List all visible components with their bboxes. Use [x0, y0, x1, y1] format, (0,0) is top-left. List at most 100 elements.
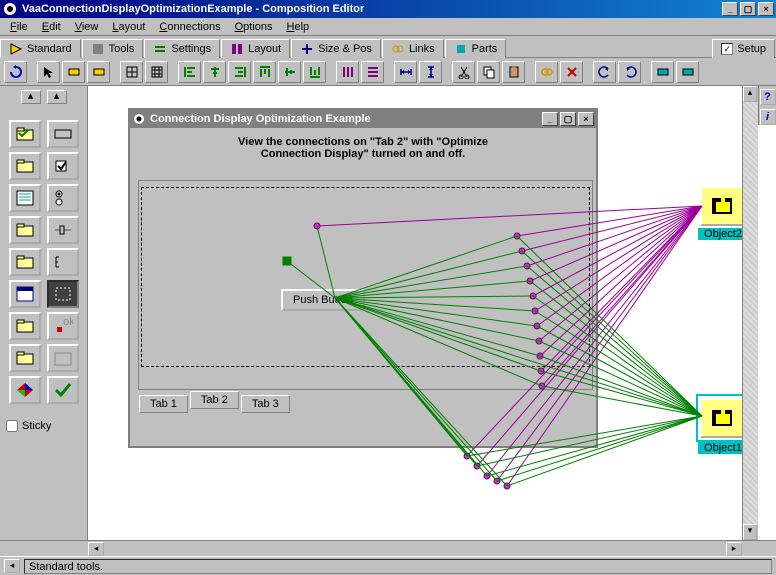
horizontal-scrollbar[interactable]: ◂ ▸	[0, 540, 776, 556]
window-title: VaaConnectionDisplayOptimizationExample …	[22, 3, 722, 15]
paste-button[interactable]	[502, 61, 525, 83]
design-tab-2[interactable]: Tab 2	[190, 391, 239, 409]
tab-tools[interactable]: Tools	[82, 39, 144, 58]
design-tab-1[interactable]: Tab 1	[139, 395, 188, 413]
palette-button[interactable]	[47, 120, 79, 148]
scroll-down-button[interactable]: ▾	[743, 524, 757, 540]
tab-settings[interactable]: Settings	[144, 39, 220, 58]
push-button[interactable]: Push Button	[281, 289, 365, 311]
palette-color[interactable]	[9, 376, 41, 404]
align-center-h-button[interactable]	[203, 61, 226, 83]
palette-folder-2[interactable]	[9, 152, 41, 180]
design-tab-3[interactable]: Tab 3	[241, 395, 290, 413]
object-1[interactable]	[700, 398, 744, 438]
object-2-label: Object2	[698, 228, 748, 240]
setup-checkbox[interactable]: ✓	[721, 43, 733, 55]
tab-label: Tools	[109, 43, 135, 55]
palette-checkbox[interactable]	[47, 152, 79, 180]
palette-folder-6[interactable]	[9, 344, 41, 372]
maximize-button[interactable]: ▢	[740, 2, 756, 16]
size-h-button[interactable]	[394, 61, 417, 83]
palette-group[interactable]	[47, 344, 79, 372]
pointer-button[interactable]	[37, 61, 60, 83]
tab-label: Parts	[472, 43, 498, 55]
palette-folder-3[interactable]	[9, 216, 41, 244]
distribute-v-button[interactable]	[361, 61, 384, 83]
palette-scroll-up-left[interactable]: ▴	[21, 90, 41, 104]
palette-slider[interactable]	[47, 216, 79, 244]
palette-check-green[interactable]	[47, 376, 79, 404]
tab-label: Size & Pos	[318, 43, 372, 55]
palette-selection[interactable]	[47, 280, 79, 308]
tab-setup[interactable]: ✓ Setup	[712, 39, 775, 58]
tab-standard[interactable]: Standard	[0, 39, 81, 58]
menu-view[interactable]: View	[69, 20, 105, 34]
palette-folder-4[interactable]	[9, 248, 41, 276]
scroll-left-button[interactable]: ◂	[88, 542, 104, 556]
tab-sizepos[interactable]: Size & Pos	[291, 39, 381, 58]
tab-label: Settings	[171, 43, 211, 55]
align-left-button[interactable]	[178, 61, 201, 83]
design-minimize-button[interactable]: _	[542, 112, 558, 126]
part-button-2[interactable]	[676, 61, 699, 83]
palette-scale[interactable]	[47, 248, 79, 276]
close-button[interactable]: ×	[758, 2, 774, 16]
tab-content-area	[141, 187, 590, 367]
design-tab-panel[interactable]: Push Button Tab 1 Tab 2 Tab 3	[138, 180, 593, 390]
info-button[interactable]: i	[760, 109, 776, 125]
menu-file[interactable]: File	[4, 20, 34, 34]
align-bottom-button[interactable]	[303, 61, 326, 83]
palette: ▴ ▴ ok	[0, 86, 88, 540]
object-2[interactable]	[700, 186, 744, 226]
vertical-scrollbar[interactable]: ▴ ▾	[742, 86, 758, 540]
palette-ok[interactable]: ok	[47, 312, 79, 340]
menu-edit[interactable]: Edit	[36, 20, 67, 34]
link-button[interactable]	[535, 61, 558, 83]
main-area: ▴ ▴ ok	[0, 86, 776, 540]
cut-button[interactable]	[452, 61, 475, 83]
grid-button-2[interactable]	[145, 61, 168, 83]
sticky-checkbox[interactable]	[6, 420, 18, 432]
canvas[interactable]: ? i Connection Display Optimization Exam…	[88, 86, 776, 540]
tool-button-1[interactable]	[62, 61, 85, 83]
palette-form[interactable]	[9, 280, 41, 308]
tab-links[interactable]: Links	[382, 39, 444, 58]
parts-icon	[454, 42, 468, 56]
menu-help[interactable]: Help	[281, 20, 316, 34]
links-icon	[391, 42, 405, 56]
help-button[interactable]: ?	[760, 89, 776, 105]
menu-connections[interactable]: Connections	[153, 20, 226, 34]
tab-label: Setup	[737, 43, 766, 55]
delete-button[interactable]	[560, 61, 583, 83]
status-text: Standard tools.	[24, 559, 772, 574]
distribute-h-button[interactable]	[336, 61, 359, 83]
redo-button[interactable]	[618, 61, 641, 83]
palette-folder-1[interactable]	[9, 120, 41, 148]
part-button-1[interactable]	[651, 61, 674, 83]
minimize-button[interactable]: _	[722, 2, 738, 16]
design-close-button[interactable]: ×	[578, 112, 594, 126]
tool-button-2[interactable]	[87, 61, 110, 83]
undo-button[interactable]	[593, 61, 616, 83]
align-top-button[interactable]	[253, 61, 276, 83]
menu-options[interactable]: Options	[229, 20, 279, 34]
tab-label: Standard	[27, 43, 72, 55]
grid-button-1[interactable]	[120, 61, 143, 83]
scroll-right-button[interactable]: ▸	[726, 542, 742, 556]
scroll-up-button[interactable]: ▴	[743, 86, 757, 102]
size-v-button[interactable]	[419, 61, 442, 83]
align-middle-button[interactable]	[278, 61, 301, 83]
status-prev-button[interactable]: ◂	[4, 559, 20, 573]
palette-radio[interactable]	[47, 184, 79, 212]
menu-layout[interactable]: Layout	[106, 20, 151, 34]
tab-parts[interactable]: Parts	[445, 39, 507, 58]
design-maximize-button[interactable]: ▢	[560, 112, 576, 126]
puzzle-icon	[710, 196, 734, 216]
refresh-button[interactable]	[4, 61, 27, 83]
align-right-button[interactable]	[228, 61, 251, 83]
palette-scroll-up-right[interactable]: ▴	[47, 90, 67, 104]
palette-folder-5[interactable]	[9, 312, 41, 340]
copy-button[interactable]	[477, 61, 500, 83]
palette-list[interactable]	[9, 184, 41, 212]
tab-layout[interactable]: Layout	[221, 39, 290, 58]
